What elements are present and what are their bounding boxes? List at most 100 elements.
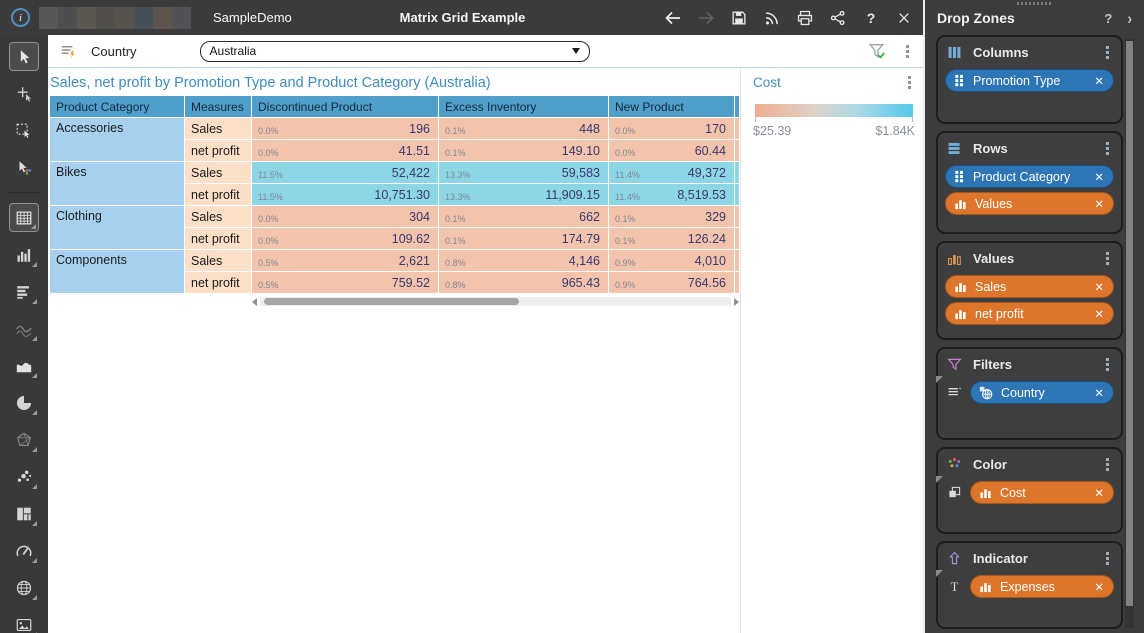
help-button[interactable]: ?: [860, 7, 882, 29]
scrollbar-thumb[interactable]: [264, 298, 519, 305]
measure-cell[interactable]: net profit: [185, 228, 252, 250]
measure-cell[interactable]: net profit: [185, 272, 252, 294]
field-pill-country[interactable]: Country✕: [970, 381, 1114, 404]
category-cell[interactable]: Clothing: [50, 206, 185, 250]
panel-scrollbar-thumb[interactable]: [1126, 41, 1133, 606]
dropzone-menu-kebab[interactable]: [1104, 555, 1113, 562]
tool-column-chart[interactable]: [9, 240, 39, 269]
tool-pan-tool[interactable]: [9, 79, 39, 108]
data-cell[interactable]: 0: [735, 206, 740, 228]
data-cell[interactable]: 11.5%10,751.30: [252, 184, 439, 206]
tool-radar-chart[interactable]: [9, 425, 39, 454]
tool-bar-chart[interactable]: [9, 277, 39, 306]
category-cell[interactable]: Accessories: [50, 118, 185, 162]
data-cell[interactable]: 0.1%329: [609, 206, 735, 228]
share-button[interactable]: [827, 7, 849, 29]
info-icon[interactable]: i: [11, 8, 30, 27]
data-cell[interactable]: 0: [735, 140, 740, 162]
measure-cell[interactable]: Sales: [185, 162, 252, 184]
data-cell[interactable]: 0.1%149.10: [439, 140, 609, 162]
dropzone-menu-kebab[interactable]: [1104, 255, 1113, 262]
data-cell[interactable]: 0.9%764.56: [609, 272, 735, 294]
data-cell[interactable]: 1: [735, 184, 740, 206]
data-cell[interactable]: 0.0%41.51: [252, 140, 439, 162]
tool-pie-chart[interactable]: [9, 388, 39, 417]
tool-treemap-chart[interactable]: [9, 499, 39, 528]
measure-cell[interactable]: Sales: [185, 206, 252, 228]
remove-field-icon[interactable]: ✕: [1094, 386, 1104, 400]
data-cell[interactable]: 0.9%4,010: [609, 250, 735, 272]
tool-line-chart[interactable]: [9, 314, 39, 343]
grid-column-header[interactable]: Product Category: [50, 96, 185, 118]
field-pill-expenses[interactable]: Expenses✕: [970, 575, 1114, 598]
data-cell[interactable]: 0.1%448: [439, 118, 609, 140]
field-pill-sales[interactable]: Sales✕: [945, 275, 1114, 298]
dropzone-menu-kebab[interactable]: [1104, 49, 1113, 56]
help-icon[interactable]: ?: [1104, 11, 1112, 26]
data-cell[interactable]: 1: [735, 162, 740, 184]
publish-button[interactable]: [761, 7, 783, 29]
data-cell[interactable]: 0.5%2,621: [252, 250, 439, 272]
measure-cell[interactable]: Sales: [185, 250, 252, 272]
data-cell[interactable]: 0.8%965.43: [439, 272, 609, 294]
data-cell[interactable]: 0.8%4,146: [439, 250, 609, 272]
measure-cell[interactable]: net profit: [185, 184, 252, 206]
data-cell[interactable]: 13.3%11,909.15: [439, 184, 609, 206]
grid-column-header[interactable]: N: [735, 96, 740, 118]
remove-field-icon[interactable]: ✕: [1094, 486, 1104, 500]
legend-menu-kebab[interactable]: [908, 81, 911, 84]
filter-menu-kebab[interactable]: [906, 50, 909, 53]
grid-column-header[interactable]: New Product: [609, 96, 735, 118]
horizontal-scrollbar[interactable]: [252, 296, 739, 307]
scroll-right-icon[interactable]: [734, 298, 739, 306]
data-cell[interactable]: 0: [735, 250, 740, 272]
country-combobox[interactable]: Australia: [200, 41, 590, 62]
grid-column-header[interactable]: Measures: [185, 96, 252, 118]
tool-marquee-select[interactable]: [9, 116, 39, 145]
save-button[interactable]: [728, 7, 750, 29]
data-cell[interactable]: 0.1%126.24: [609, 228, 735, 250]
field-pill-product-category[interactable]: Product Category✕: [945, 165, 1114, 188]
collapse-panel-icon[interactable]: ›: [1127, 8, 1132, 27]
dropzone-menu-kebab[interactable]: [1104, 461, 1113, 468]
remove-field-icon[interactable]: ✕: [1094, 74, 1104, 88]
data-cell[interactable]: 11.5%52,422: [252, 162, 439, 184]
field-pill-promotion-type[interactable]: Promotion Type✕: [945, 69, 1114, 92]
tool-select-cursor[interactable]: [9, 42, 39, 71]
dropzone-menu-kebab[interactable]: [1104, 145, 1113, 152]
data-cell[interactable]: 0.0%304: [252, 206, 439, 228]
tool-image-widget[interactable]: [9, 610, 39, 633]
remove-field-icon[interactable]: ✕: [1094, 307, 1104, 321]
close-button[interactable]: [893, 7, 915, 29]
forward-button[interactable]: [695, 7, 717, 29]
grid-column-header[interactable]: Discontinued Product: [252, 96, 439, 118]
data-cell[interactable]: 11.4%8,519.53: [609, 184, 735, 206]
tool-grid-widget[interactable]: [9, 203, 39, 232]
data-cell[interactable]: 0.0%109.62: [252, 228, 439, 250]
data-cell[interactable]: 0.1%174.79: [439, 228, 609, 250]
data-cell[interactable]: 0.0%170: [609, 118, 735, 140]
data-cell[interactable]: 0.1%662: [439, 206, 609, 228]
category-cell[interactable]: Bikes: [50, 162, 185, 206]
panel-scrollbar[interactable]: [1125, 39, 1134, 628]
field-pill-net-profit[interactable]: net profit✕: [945, 302, 1114, 325]
tool-gauge-chart[interactable]: [9, 536, 39, 565]
data-cell[interactable]: 11.4%49,372: [609, 162, 735, 184]
category-cell[interactable]: Components: [50, 250, 185, 294]
tool-multi-select[interactable]: [9, 153, 39, 182]
measure-cell[interactable]: net profit: [185, 140, 252, 162]
data-cell[interactable]: 0: [735, 118, 740, 140]
measure-cell[interactable]: Sales: [185, 118, 252, 140]
remove-field-icon[interactable]: ✕: [1094, 170, 1104, 184]
print-button[interactable]: [794, 7, 816, 29]
filter-applied-icon[interactable]: [867, 41, 888, 62]
tool-map-chart[interactable]: [9, 573, 39, 602]
data-cell[interactable]: 0: [735, 228, 740, 250]
remove-field-icon[interactable]: ✕: [1094, 580, 1104, 594]
data-cell[interactable]: 0.0%196: [252, 118, 439, 140]
dropzone-menu-kebab[interactable]: [1104, 361, 1113, 368]
grid-column-header[interactable]: Excess Inventory: [439, 96, 609, 118]
scroll-left-icon[interactable]: [252, 298, 257, 306]
tool-area-chart[interactable]: [9, 351, 39, 380]
back-button[interactable]: [662, 7, 684, 29]
